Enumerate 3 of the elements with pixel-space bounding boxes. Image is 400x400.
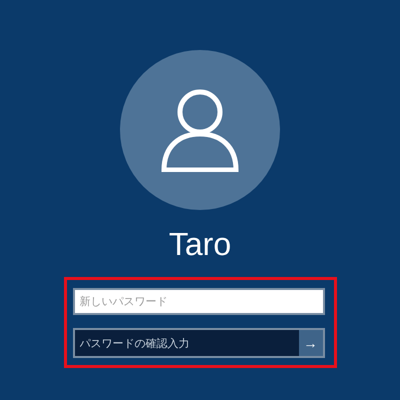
new-password-field[interactable]: 新しいパスワード (72, 288, 324, 315)
user-icon (160, 88, 240, 172)
user-name: Taro (168, 225, 232, 264)
